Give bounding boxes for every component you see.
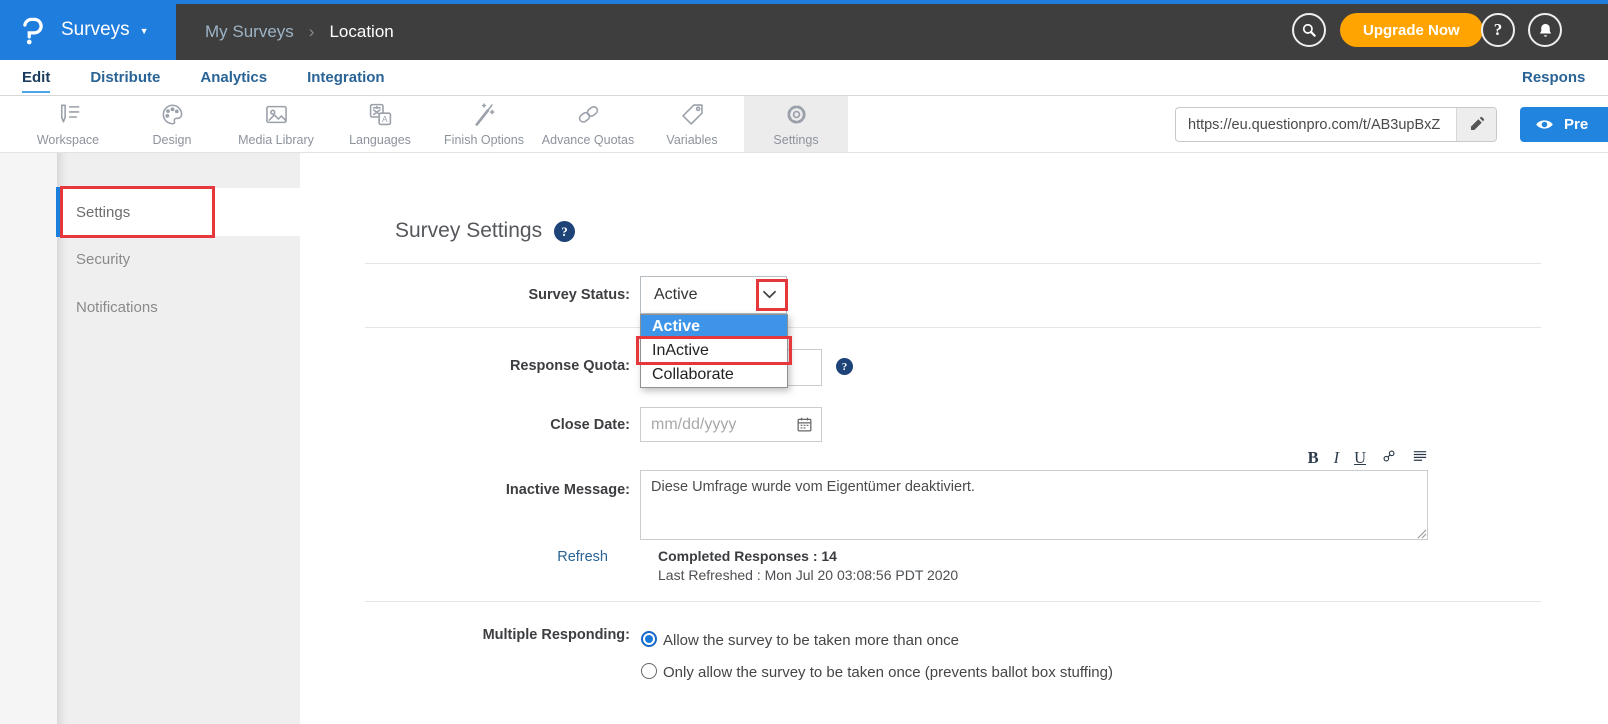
translate-icon: A: [367, 101, 394, 128]
survey-url-input[interactable]: [1176, 108, 1456, 141]
svg-text:A: A: [381, 114, 387, 124]
upgrade-now-button[interactable]: Upgrade Now: [1340, 13, 1483, 47]
questionpro-logo-icon: [18, 15, 48, 45]
toolbar-label: Variables: [666, 133, 717, 147]
message-editor-toolbar: B I U: [1302, 448, 1428, 468]
tab-edit[interactable]: Edit: [22, 69, 50, 86]
link-icon: [1381, 448, 1397, 464]
multiple-responding-label: Multiple Responding:: [365, 627, 630, 643]
radio-allow-multiple[interactable]: [641, 631, 657, 647]
radio-only-once-label[interactable]: Only allow the survey to be taken once (…: [663, 664, 1113, 681]
chevron-down-icon[interactable]: [760, 285, 779, 304]
toolbar-label: Media Library: [238, 133, 314, 147]
search-button[interactable]: [1292, 13, 1326, 47]
toolbar-item-media-library[interactable]: Media Library: [224, 96, 328, 152]
product-menu-label: Surveys: [61, 19, 130, 41]
tag-icon: [679, 101, 706, 128]
refresh-link[interactable]: Refresh: [365, 549, 608, 565]
calendar-button[interactable]: [794, 415, 814, 435]
preview-button[interactable]: Pre: [1520, 107, 1608, 142]
dropdown-option-inactive[interactable]: InActive: [641, 339, 787, 363]
app-window: Surveys ▼ My Surveys › Location Upgrade …: [0, 0, 1608, 724]
toolbar-item-design[interactable]: Design: [120, 96, 224, 152]
gear-icon: [783, 101, 810, 128]
tab-integration[interactable]: Integration: [307, 69, 385, 86]
toolbar-label: Advance Quotas: [542, 133, 634, 147]
response-quota-help-icon[interactable]: ?: [836, 358, 853, 375]
breadcrumb-my-surveys[interactable]: My Surveys: [205, 22, 294, 42]
workspace-icon: [55, 101, 82, 128]
pencil-icon: [1468, 116, 1485, 133]
toolbar-label: Finish Options: [444, 133, 524, 147]
preview-button-label: Pre: [1564, 116, 1588, 133]
sidebar-item-security[interactable]: Security: [76, 251, 130, 268]
image-icon: [263, 101, 290, 128]
tab-distribute[interactable]: Distribute: [90, 69, 160, 86]
tab-analytics[interactable]: Analytics: [200, 69, 267, 86]
response-quota-label: Response Quota:: [365, 358, 630, 374]
breadcrumb-separator-icon: ›: [309, 22, 315, 42]
palette-icon: [159, 101, 186, 128]
toolbar-item-settings[interactable]: Settings: [744, 96, 848, 152]
close-date-label: Close Date:: [365, 417, 630, 433]
dropdown-option-active[interactable]: Active: [641, 315, 787, 339]
survey-status-selected-value: Active: [654, 286, 698, 304]
active-item-accent: [56, 187, 62, 237]
dropdown-option-collaborate[interactable]: Collaborate: [641, 363, 787, 387]
product-menu[interactable]: Surveys ▼: [0, 0, 176, 60]
page-title: Survey Settings: [395, 219, 542, 243]
settings-sidebar: [57, 153, 300, 724]
notifications-button[interactable]: [1528, 13, 1562, 47]
breadcrumb: My Surveys › Location: [205, 4, 394, 60]
survey-url-group: [1175, 107, 1497, 142]
toolbar-item-advance-quotas[interactable]: Advance Quotas: [536, 96, 640, 152]
calendar-icon: [795, 415, 814, 434]
underline-button[interactable]: U: [1354, 450, 1366, 467]
responses-link[interactable]: Respons: [1522, 60, 1585, 95]
toolbar-label: Languages: [349, 133, 411, 147]
last-refreshed-text: Last Refreshed : Mon Jul 20 03:08:56 PDT…: [658, 567, 958, 583]
toolbar-item-finish-options[interactable]: Finish Options: [432, 96, 536, 152]
breadcrumb-current: Location: [329, 22, 393, 42]
resize-grip[interactable]: [1416, 528, 1427, 539]
help-button[interactable]: ?: [1481, 13, 1515, 47]
bold-button[interactable]: B: [1308, 450, 1319, 467]
divider: [365, 601, 1541, 602]
radio-allow-multiple-label[interactable]: Allow the survey to be taken more than o…: [663, 632, 959, 649]
toolbar-item-languages[interactable]: A Languages: [328, 96, 432, 152]
nav-tabs: Edit Distribute Analytics Integration: [0, 60, 1608, 95]
completed-responses-text: Completed Responses : 14: [658, 548, 837, 564]
align-button[interactable]: [1412, 448, 1428, 468]
survey-nav: Edit Distribute Analytics Integration Re…: [0, 60, 1608, 96]
insert-link-button[interactable]: [1381, 448, 1397, 468]
toolbar-item-workspace[interactable]: Workspace: [16, 96, 120, 152]
divider: [365, 263, 1541, 264]
search-icon: [1300, 21, 1318, 39]
toolbar-item-variables[interactable]: Variables: [640, 96, 744, 152]
bell-icon: [1536, 21, 1555, 40]
sidebar-item-notifications[interactable]: Notifications: [76, 299, 158, 316]
sidebar-item-settings[interactable]: Settings: [57, 188, 300, 236]
caret-down-icon: ▼: [140, 26, 149, 36]
sidebar-item-label: Settings: [76, 204, 130, 221]
align-justify-icon: [1412, 448, 1428, 464]
divider: [365, 327, 1541, 328]
edit-url-button[interactable]: [1456, 108, 1496, 141]
toolbar-label: Design: [153, 133, 192, 147]
inactive-message-label: Inactive Message:: [365, 482, 630, 498]
survey-status-label: Survey Status:: [365, 287, 630, 303]
survey-status-dropdown: Active InActive Collaborate: [640, 314, 788, 388]
radio-only-once[interactable]: [641, 663, 657, 679]
sidebar-gutter: [0, 153, 57, 724]
eye-icon: [1534, 114, 1555, 135]
toolbar-label: Settings: [773, 133, 818, 147]
question-mark-icon: ?: [1494, 20, 1503, 40]
magic-wand-icon: [471, 101, 498, 128]
top-bar: Surveys ▼ My Surveys › Location Upgrade …: [0, 0, 1608, 60]
chain-link-icon: [575, 101, 602, 128]
toolbar-label: Workspace: [37, 133, 99, 147]
italic-button[interactable]: I: [1334, 450, 1340, 467]
inactive-message-textarea[interactable]: Diese Umfrage wurde vom Eigentümer deakt…: [640, 470, 1428, 540]
survey-settings-help-icon[interactable]: ?: [554, 221, 575, 242]
